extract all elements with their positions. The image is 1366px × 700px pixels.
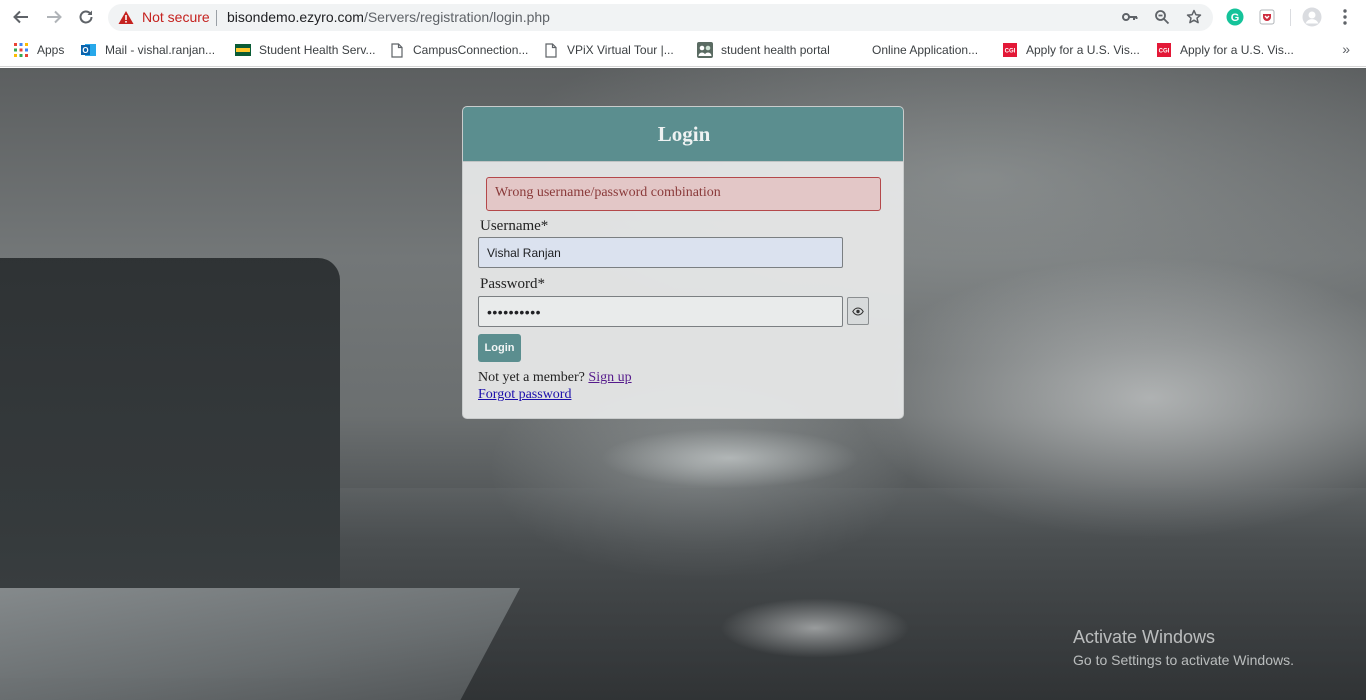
bookmark-student-health-portal[interactable]: student health portal	[697, 41, 830, 59]
apps-grid-icon	[13, 42, 29, 58]
forward-arrow-icon	[47, 10, 62, 24]
bookmark-mail[interactable]: O Mail - vishal.ranjan...	[81, 41, 215, 59]
activate-windows-title: Activate Windows	[1073, 627, 1216, 647]
reload-icon	[79, 10, 93, 24]
profile-avatar-icon[interactable]	[1302, 7, 1322, 27]
zoom-icon[interactable]	[1153, 8, 1171, 26]
page-icon	[543, 42, 559, 58]
bookmark-online-application[interactable]: Online Application...	[872, 41, 978, 59]
activate-windows-subtitle: Go to Settings to activate Windows.	[1073, 652, 1294, 668]
bookmarks-bar: Apps O Mail - vishal.ranjan... Student H…	[0, 35, 1366, 67]
bookmark-label: VPiX Virtual Tour |...	[567, 43, 674, 57]
signup-link[interactable]: Sign up	[588, 370, 631, 385]
login-title: Login	[657, 121, 711, 146]
bookmark-star-icon[interactable]	[1185, 8, 1203, 26]
svg-text:CGI: CGI	[1159, 49, 1170, 55]
background-laptop-base	[0, 588, 520, 700]
not-secure-label[interactable]: Not secure	[142, 9, 210, 26]
signup-prompt: Not yet a member?	[478, 370, 585, 385]
password-key-icon[interactable]	[1121, 8, 1139, 26]
bookmark-campusconnection[interactable]: CampusConnection...	[389, 41, 528, 59]
bookmark-vpix[interactable]: VPiX Virtual Tour |...	[543, 41, 674, 59]
menu-kebab-icon[interactable]	[1335, 7, 1355, 27]
cgi-icon: CGI	[1156, 42, 1172, 58]
url-path: /Servers/registration/login.php	[363, 9, 550, 25]
forgot-row: Forgot password	[478, 387, 571, 403]
login-card-header: Login	[463, 107, 903, 162]
signup-row: Not yet a member? Sign up	[478, 370, 632, 386]
pocket-extension-icon[interactable]	[1257, 7, 1277, 27]
bookmark-label: Apply for a U.S. Vis...	[1026, 43, 1140, 57]
bookmark-visa-2[interactable]: CGI Apply for a U.S. Vis...	[1156, 41, 1294, 59]
page-icon	[389, 42, 405, 58]
url-text[interactable]: bisondemo.ezyro.com/Servers/registration…	[227, 9, 550, 26]
password-input[interactable]	[478, 296, 843, 327]
bookmark-visa-1[interactable]: CGI Apply for a U.S. Vis...	[1002, 41, 1140, 59]
page-background: Login Wrong username/password combinatio…	[0, 68, 1366, 700]
svg-text:CGI: CGI	[1005, 49, 1016, 55]
bookmark-label: Online Application...	[872, 43, 979, 57]
password-label: Password*	[480, 276, 546, 292]
bookmark-label: student health portal	[721, 43, 830, 57]
bookmark-label: Mail - vishal.ranjan...	[105, 43, 216, 57]
cgi-icon: CGI	[1002, 42, 1018, 58]
url-host: bisondemo.ezyro.com	[227, 9, 364, 25]
background-bowl-highlight	[720, 598, 910, 658]
bookmark-label: Apps	[37, 43, 65, 57]
warning-icon	[118, 11, 134, 24]
bookmarks-overflow-chevron-icon[interactable]: »	[1342, 41, 1350, 57]
bookmark-label: Student Health Serv...	[259, 43, 376, 57]
forward-button[interactable]	[42, 5, 66, 29]
svg-text:O: O	[82, 46, 88, 55]
login-card: Login Wrong username/password combinatio…	[462, 106, 904, 419]
reload-button[interactable]	[74, 5, 98, 29]
bookmark-student-health[interactable]: Student Health Serv...	[235, 41, 376, 59]
eye-icon	[852, 306, 864, 316]
back-arrow-icon	[13, 10, 28, 24]
activate-windows-watermark: Activate Windows Go to Settings to activ…	[1073, 626, 1294, 672]
svg-text:G: G	[1231, 12, 1240, 24]
error-alert: Wrong username/password combination	[486, 177, 881, 211]
grammarly-extension-icon[interactable]: G	[1225, 7, 1245, 27]
login-button[interactable]: Login	[478, 334, 521, 362]
bookmark-label: Apply for a U.S. Vis...	[1180, 43, 1294, 57]
bookmark-label: CampusConnection...	[413, 43, 529, 57]
show-password-button[interactable]	[847, 297, 869, 325]
back-button[interactable]	[9, 5, 33, 29]
forgot-password-link[interactable]: Forgot password	[478, 387, 571, 402]
username-input[interactable]	[478, 237, 843, 268]
address-bar[interactable]: Not secure bisondemo.ezyro.com/Servers/r…	[108, 4, 1213, 31]
omnibox-divider	[216, 10, 217, 26]
ndsu-icon	[235, 42, 251, 58]
background-glass-highlight	[600, 428, 860, 488]
username-label: Username*	[480, 218, 549, 234]
toolbar-divider	[1290, 9, 1291, 26]
portal-icon	[697, 42, 713, 58]
browser-toolbar: Not secure bisondemo.ezyro.com/Servers/r…	[0, 0, 1366, 35]
outlook-icon: O	[81, 42, 97, 58]
bookmark-apps[interactable]: Apps	[13, 41, 64, 59]
